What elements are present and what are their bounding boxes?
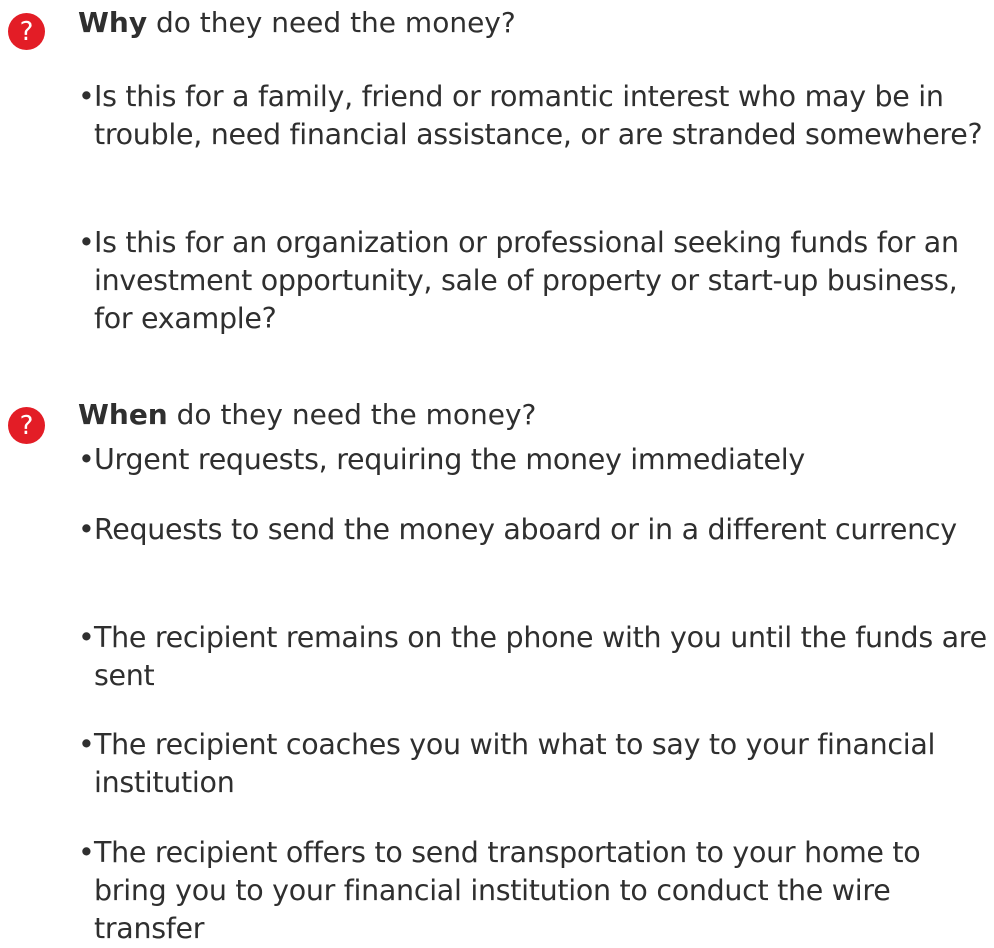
when-heading: When do they need the money?: [78, 396, 536, 434]
bullet-text: The recipient coaches you with what to s…: [94, 728, 936, 799]
bullet-text: The recipient remains on the phone with …: [94, 621, 987, 692]
list-item: • Requests to send the money aboard or i…: [78, 511, 988, 549]
bullet-dot: •: [78, 621, 95, 654]
list-item: • Is this for an organization or profess…: [78, 224, 988, 338]
list-item: • The recipient coaches you with what to…: [78, 726, 988, 802]
bullet-text: The recipient offers to send transportat…: [94, 836, 921, 945]
bullet-dot: •: [78, 226, 95, 259]
list-item: • The recipient remains on the phone wit…: [78, 619, 988, 695]
why-heading-bold: Why: [78, 6, 148, 39]
why-heading: Why do they need the money?: [78, 4, 516, 42]
list-item: • The recipient offers to send transport…: [78, 834, 988, 948]
list-item: • Urgent requests, requiring the money i…: [78, 441, 988, 479]
bullet-dot: •: [78, 836, 95, 869]
why-heading-rest: do they need the money?: [147, 6, 516, 39]
bullet-dot: •: [78, 513, 95, 546]
bullet-text: Urgent requests, requiring the money imm…: [94, 443, 805, 476]
question-mark-icon: ?: [8, 13, 45, 50]
question-mark-icon: ?: [8, 407, 45, 444]
bullet-dot: •: [78, 80, 95, 113]
when-heading-bold: When: [78, 398, 168, 431]
when-heading-rest: do they need the money?: [167, 398, 537, 431]
fraud-questions-page: ? Why do they need the money? • Is this …: [0, 0, 994, 945]
list-item: • Is this for a family, friend or romant…: [78, 78, 988, 154]
bullet-text: Is this for a family, friend or romantic…: [94, 80, 983, 151]
bullet-text: Requests to send the money aboard or in …: [94, 513, 957, 546]
bullet-dot: •: [78, 728, 95, 761]
bullet-dot: •: [78, 443, 95, 476]
bullet-text: Is this for an organization or professio…: [94, 226, 959, 335]
